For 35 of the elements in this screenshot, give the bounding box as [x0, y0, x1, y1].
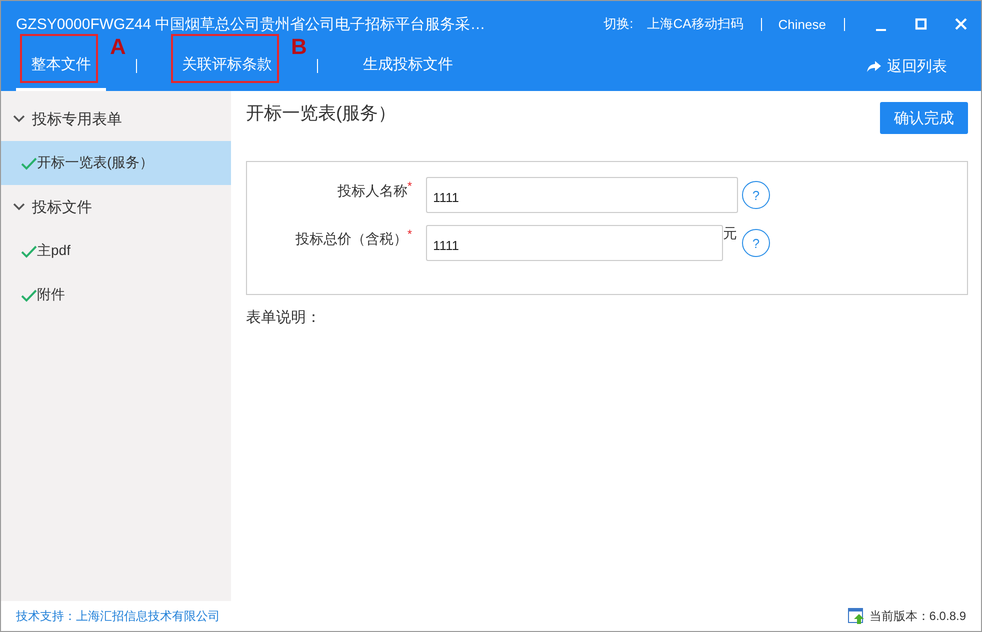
tree-group[interactable]: 投标专用表单 [1, 97, 231, 141]
maximize-icon [913, 16, 929, 32]
tree-item[interactable]: 附件 [1, 273, 231, 317]
help-button[interactable]: ? [742, 181, 770, 209]
update-icon [848, 608, 866, 624]
tab[interactable]: 关联评标条款 [167, 47, 287, 91]
unit-label: 元 [723, 225, 738, 243]
tab[interactable]: 生成投标文件 [348, 47, 468, 91]
group-label: 投标专用表单 [32, 110, 122, 128]
group-label: 投标文件 [32, 198, 92, 216]
window-title: GZSY0000FWGZ44 中国烟草总公司贵州省公司电子招标平台服务采… [16, 14, 486, 34]
share-arrow-icon [867, 60, 881, 72]
tree-item[interactable]: 开标一览表(服务） [1, 141, 231, 185]
tree-group[interactable]: 投标文件 [1, 185, 231, 229]
annotation-letter: B [291, 34, 307, 60]
version-text: 当前版本：6.0.8.9 [869, 608, 966, 624]
minimize-icon [876, 29, 886, 31]
ca-scan-link[interactable]: 上海CA移动扫码 [647, 15, 744, 33]
form-note: 表单说明： [246, 308, 322, 327]
form-title: 开标一览表(服务） [246, 102, 396, 125]
language-link[interactable]: Chinese [778, 16, 826, 32]
input-field[interactable]: 1111 [426, 177, 738, 213]
annotation-letter: A [110, 34, 126, 60]
required-mark: * [407, 179, 412, 193]
close-icon [953, 16, 969, 32]
support-text: 技术支持：上海汇招信息技术有限公司 [16, 608, 220, 624]
required-mark: * [407, 227, 412, 241]
switch-label: 切换: [604, 15, 634, 33]
field-label: 投标总价（含税）$^{*}$ [294, 226, 412, 249]
help-button[interactable]: ? [742, 229, 770, 257]
input-field[interactable]: 1111 [426, 225, 723, 261]
back-to-list-button[interactable]: 返回列表 [867, 47, 981, 91]
field-label: 投标人名称$^{*}$ [336, 178, 412, 201]
tree-item[interactable]: 主pdf [1, 229, 231, 273]
confirm-button[interactable]: 确认完成 [880, 102, 968, 134]
